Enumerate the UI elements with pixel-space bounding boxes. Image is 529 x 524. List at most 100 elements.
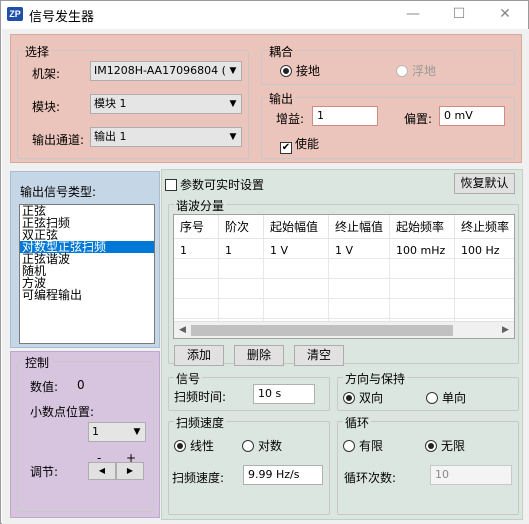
radio-unselected-icon [242, 440, 254, 452]
direction-group-label: 方向与保持 [343, 370, 408, 387]
offset-label: 偏置: [404, 112, 433, 126]
ground-radio[interactable]: 接地 [280, 62, 320, 79]
select-group-label: 选择 [23, 43, 52, 60]
log-radio[interactable]: 对数 [242, 437, 282, 454]
radio-selected-icon [280, 65, 292, 77]
arrow-right-icon: ▶ [126, 466, 134, 475]
column-header[interactable]: 序号 [174, 215, 219, 239]
client-area: 选择 机架: IM1208H-AA17096804 (1! ▼ 模块: 模块 1… [2, 29, 529, 524]
control-group-label: 控制 [23, 354, 52, 371]
loop-group: 循环 有限 无限 循环次数: 10 [337, 414, 519, 515]
minimize-button[interactable]: — [390, 1, 436, 29]
column-header[interactable]: 起始频率 [390, 215, 455, 239]
floating-radio[interactable]: 浮地 [396, 62, 436, 79]
signal-type-item[interactable]: 可编程输出 [20, 289, 154, 301]
scroll-left-icon[interactable]: ◀ [174, 322, 191, 338]
gain-label: 增益: [276, 112, 305, 126]
harmonics-group-label: 谐波分量 [174, 197, 227, 214]
unidirectional-radio[interactable]: 单向 [426, 389, 466, 406]
grid-line [174, 298, 514, 299]
module-select-value: 模块 1 [94, 97, 127, 110]
harmonics-table[interactable]: ◀ ▶ 序号 阶次 起始幅值 终止幅值 起始频率 终止频率 1 1 1 V1 V 100 mHz 1… [173, 214, 515, 339]
linear-label: 线性 [190, 439, 215, 453]
harmonics-group: 谐波分量 ◀ ▶ 序号 阶次 起始幅值 终止幅值 起始频率 终止频率 1 1 1 V1 V 100… [168, 197, 519, 366]
offset-input[interactable]: 0 mV [439, 106, 505, 126]
delete-button[interactable]: 删除 [234, 345, 284, 366]
rack-select-value: IM1208H-AA17096804 (1! [94, 64, 238, 77]
loop-count-input[interactable]: 10 [430, 465, 512, 485]
column-header[interactable]: 终止幅值 [329, 215, 390, 239]
column-header[interactable]: 起始幅值 [264, 215, 329, 239]
module-label: 模块: [32, 100, 61, 114]
finite-label: 有限 [359, 439, 384, 453]
signal-type-label: 输出信号类型: [20, 185, 97, 199]
select-panel: 选择 机架: IM1208H-AA17096804 (1! ▼ 模块: 模块 1… [10, 34, 522, 163]
column-header[interactable]: 阶次 [219, 215, 264, 239]
checkmark-icon: ✔ [280, 142, 292, 154]
coupling-group: 耦合 接地 浮地 [261, 43, 515, 85]
radio-selected-icon [425, 440, 437, 452]
clear-button[interactable]: 清空 [294, 345, 344, 366]
control-panel: 控制 数值: 0 小数点位置: 1 ▼ 调节: - + ◀ ▶ [10, 351, 160, 518]
arrow-left-icon: ◀ [98, 466, 106, 475]
signal-type-panel: 输出信号类型: 正弦 正弦扫频 双正弦 对数型正弦扫频 正弦谐波 随机 方波 可编程输出 [10, 171, 160, 348]
realtime-checkbox[interactable]: 参数可实时设置 [165, 176, 264, 193]
table-cell[interactable]: 1 [174, 241, 219, 261]
control-group: 控制 数值: 0 小数点位置: 1 ▼ 调节: - + ◀ ▶ [17, 354, 154, 512]
checkbox-empty-icon [165, 179, 177, 191]
signal-type-list[interactable]: 正弦 正弦扫频 双正弦 对数型正弦扫频 正弦谐波 随机 方波 可编程输出 [19, 204, 155, 344]
table-cell[interactable]: 100 Hz [455, 241, 514, 261]
scrollbar-thumb[interactable] [191, 325, 453, 336]
rack-select[interactable]: IM1208H-AA17096804 (1! ▼ [90, 61, 242, 81]
enable-label: 使能 [295, 137, 320, 151]
increase-button[interactable]: ▶ [116, 462, 144, 480]
table-cell[interactable]: 1 [219, 241, 264, 261]
bidirectional-label: 双向 [359, 391, 384, 405]
value-label: 数值: [30, 380, 59, 394]
radio-selected-icon [174, 440, 186, 452]
sweep-speed-label: 扫频速度: [172, 471, 225, 485]
horizontal-scrollbar[interactable]: ◀ ▶ [174, 321, 514, 338]
maximize-button[interactable]: ☐ [436, 1, 482, 29]
decimal-select[interactable]: 1 ▼ [88, 422, 146, 442]
realtime-label: 参数可实时设置 [180, 178, 265, 192]
decrease-button[interactable]: ◀ [88, 462, 116, 480]
chevron-down-icon: ▼ [225, 128, 241, 146]
chevron-down-icon: ▼ [225, 62, 241, 80]
enable-checkbox[interactable]: ✔ 使能 [280, 135, 319, 154]
ground-radio-label: 接地 [296, 64, 321, 78]
linear-radio[interactable]: 线性 [174, 437, 214, 454]
table-cell[interactable]: 1 V [264, 241, 329, 261]
add-button[interactable]: 添加 [174, 345, 224, 366]
bidirectional-radio[interactable]: 双向 [343, 389, 383, 406]
table-cell[interactable]: 1 V [329, 241, 390, 261]
scroll-right-icon[interactable]: ▶ [497, 322, 514, 338]
main-panel: 参数可实时设置 恢复默认 谐波分量 ◀ ▶ 序号 阶次 起始幅值 终止幅值 起始频率 终止… [161, 169, 523, 520]
adjust-label: 调节: [30, 465, 59, 479]
signal-group: 信号 扫频时间: 10 s [168, 370, 330, 411]
close-button[interactable]: ✕ [482, 1, 528, 29]
channel-select[interactable]: 输出 1 ▼ [90, 127, 242, 147]
loop-group-label: 循环 [343, 414, 372, 431]
chevron-down-icon: ▼ [129, 423, 145, 441]
module-select[interactable]: 模块 1 ▼ [90, 94, 242, 114]
direction-group: 方向与保持 双向 单向 [337, 370, 519, 411]
sweep-speed-group: 扫频速度 线性 对数 扫频速度: 9.99 Hz/s [168, 414, 330, 515]
grid-line [174, 278, 514, 279]
column-header[interactable]: 终止频率 [455, 215, 514, 239]
app-icon: ZP [7, 7, 23, 21]
signal-group-label: 信号 [174, 370, 203, 387]
reset-default-button[interactable]: 恢复默认 [454, 173, 515, 194]
table-cell[interactable]: 100 mHz [390, 241, 455, 261]
infinite-radio[interactable]: 无限 [425, 437, 465, 454]
sweep-speed-input[interactable]: 9.99 Hz/s [243, 465, 323, 485]
finite-radio[interactable]: 有限 [343, 437, 383, 454]
decimal-label: 小数点位置: [30, 405, 95, 419]
log-label: 对数 [258, 439, 283, 453]
sweep-speed-group-label: 扫频速度 [174, 414, 227, 431]
sweep-time-input[interactable]: 10 s [253, 384, 315, 404]
value-display: 0 [77, 378, 85, 392]
gain-input[interactable]: 1 [312, 106, 378, 126]
rack-label: 机架: [32, 67, 61, 81]
sweep-time-label: 扫频时间: [174, 390, 227, 404]
